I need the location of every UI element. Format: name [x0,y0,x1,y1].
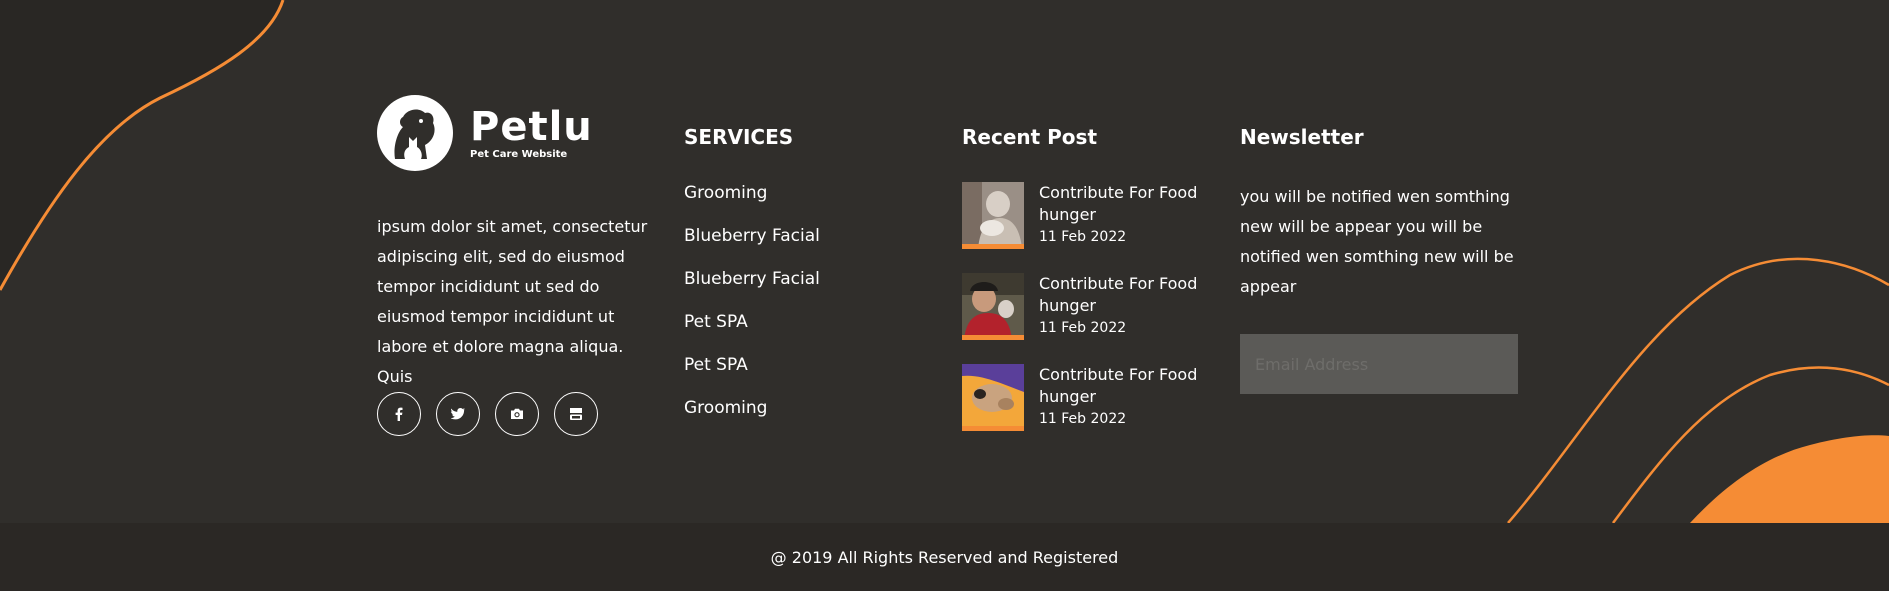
brand-logo[interactable]: Petlu Pet Care Website [377,95,593,171]
post-date: 11 Feb 2022 [1039,411,1127,427]
service-link[interactable]: Pet SPA [684,354,820,397]
about-text: ipsum dolor sit amet, consectetur adipis… [377,217,648,386]
post-date: 11 Feb 2022 [1039,229,1127,245]
service-link[interactable]: Blueberry Facial [684,225,820,268]
post-title[interactable]: Contribute For Food hunger [1039,182,1204,226]
post-title[interactable]: Contribute For Food hunger [1039,273,1204,317]
social-links [377,392,598,436]
newsletter-description: you will be notified wen somthing new wi… [1240,187,1514,296]
post-thumbnail [962,364,1024,431]
recent-post-list: Contribute For Food hunger 11 Feb 2022 C… [962,182,1204,455]
service-link[interactable]: Grooming [684,182,820,225]
youtube-button[interactable] [554,392,598,436]
copyright-bar: @ 2019 All Rights Reserved and Registere… [0,523,1889,591]
service-link[interactable]: Grooming [684,397,820,440]
twitter-button[interactable] [436,392,480,436]
recent-post-heading: Recent Post [962,125,1098,149]
post-thumbnail [962,182,1024,249]
copyright-text: @ 2019 All Rights Reserved and Registere… [770,547,1119,567]
youtube-icon [570,408,582,420]
post-item[interactable]: Contribute For Food hunger 11 Feb 2022 [962,364,1204,455]
newsletter-column: Newsletter you will be notified wen somt… [1240,125,1520,394]
footer-main: Petlu Pet Care Website ipsum dolor sit a… [0,0,1889,523]
service-link[interactable]: Blueberry Facial [684,268,820,311]
post-item[interactable]: Contribute For Food hunger 11 Feb 2022 [962,182,1204,273]
camera-button[interactable] [495,392,539,436]
twitter-icon [451,408,465,420]
service-link[interactable]: Pet SPA [684,311,820,354]
post-item[interactable]: Contribute For Food hunger 11 Feb 2022 [962,273,1204,364]
services-column: SERVICES Grooming Blueberry Facial Blueb… [684,125,820,440]
post-thumbnail [962,273,1024,340]
newsletter-heading: Newsletter [1240,125,1364,149]
facebook-button[interactable] [377,392,421,436]
services-list: Grooming Blueberry Facial Blueberry Faci… [684,182,820,440]
services-heading: SERVICES [684,125,794,149]
post-date: 11 Feb 2022 [1039,320,1127,336]
recent-post-column: Recent Post Contribute For Food hunger 1… [962,125,1204,455]
post-title[interactable]: Contribute For Food hunger [1039,364,1204,408]
pet-logo-icon [377,95,453,171]
brand-tagline: Pet Care Website [470,148,568,160]
camera-icon [511,408,523,419]
email-input[interactable] [1240,334,1518,394]
facebook-icon [395,407,403,421]
brand-name: Petlu [470,103,593,150]
